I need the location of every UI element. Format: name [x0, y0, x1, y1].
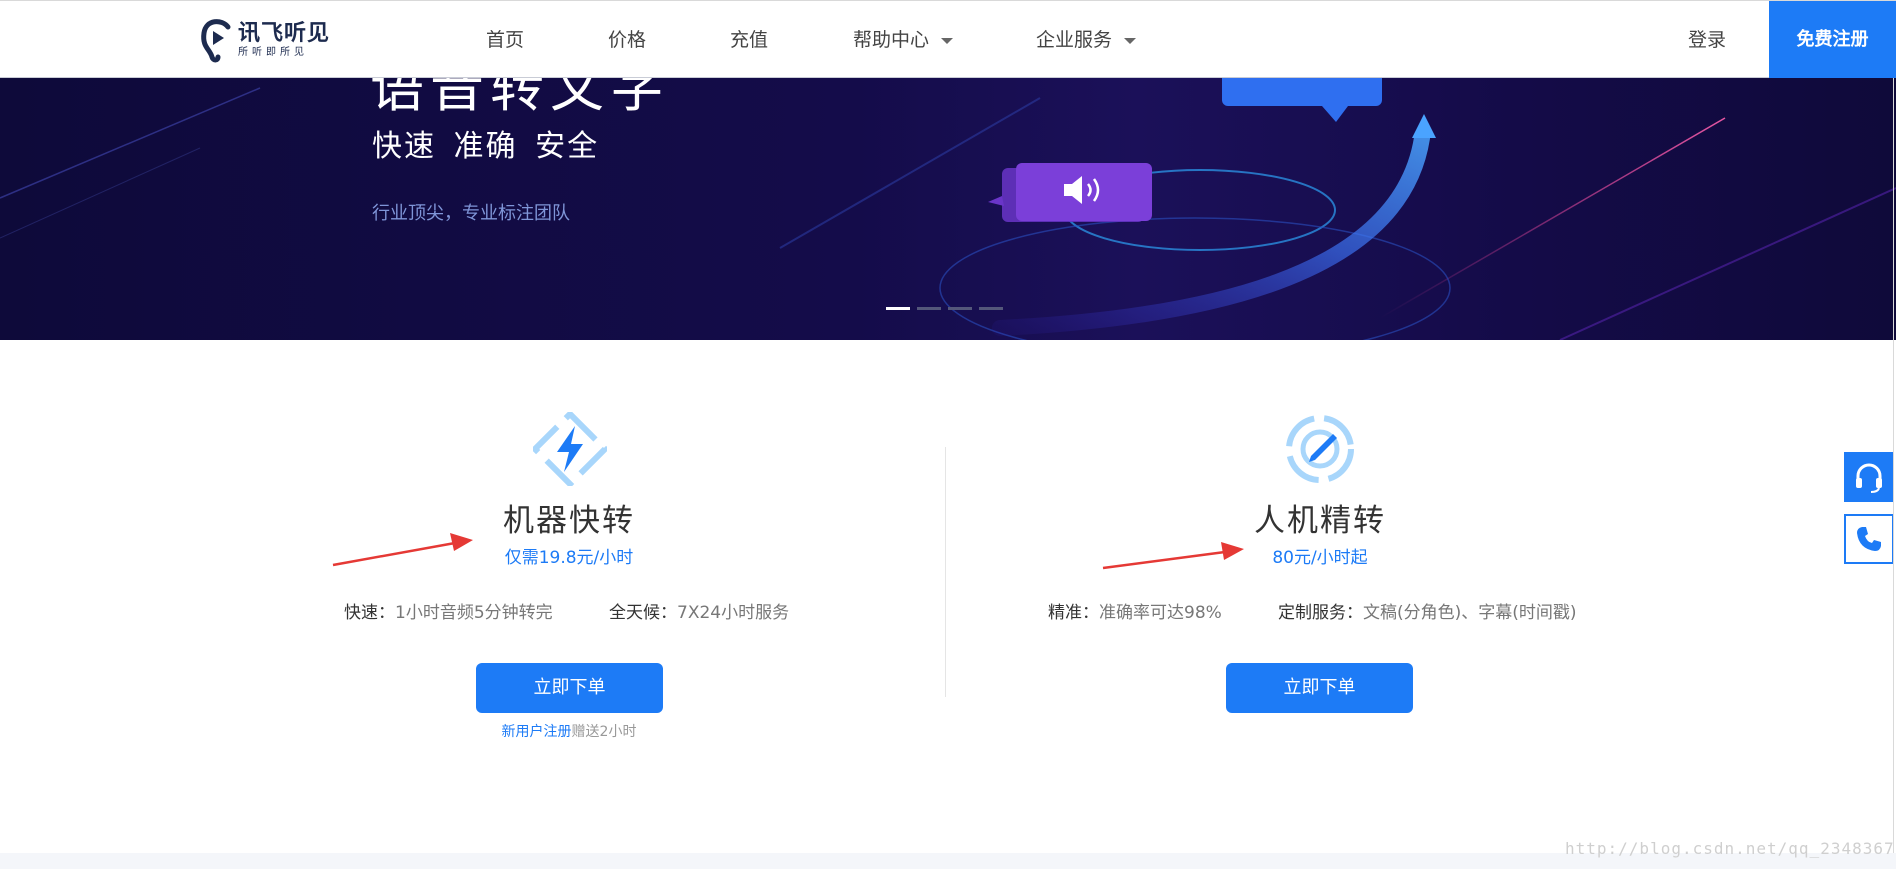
banner-subtitle: 快速 准确 安全	[372, 129, 600, 164]
banner-title: 语音转文字	[370, 78, 670, 119]
register-promo-link[interactable]: 新用户注册	[502, 724, 572, 740]
precision-icon	[1283, 412, 1357, 486]
page-edge	[1893, 78, 1894, 858]
feature-label: 全天候：	[609, 603, 677, 623]
promo-text: 新用户注册赠送2小时	[289, 722, 849, 742]
hero-banner[interactable]: 语音转文字 快速 准确 安全 行业顶尖，专业标注团队	[0, 78, 1896, 340]
feature-value: 1小时音频5分钟转完	[395, 603, 553, 623]
order-button[interactable]: 立即下单	[476, 663, 663, 713]
product-price: 80元/小时起	[1272, 548, 1368, 568]
logo-slogan: 所听即所见	[238, 47, 308, 58]
nav-enterprise-label: 企业服务	[1036, 29, 1113, 51]
caret-down-icon	[1124, 37, 1137, 44]
banner-description: 行业顶尖，专业标注团队	[372, 203, 570, 224]
headset-icon	[1856, 463, 1882, 493]
feature-item: 精准：准确率可达98%	[1048, 600, 1222, 626]
nav-help-center[interactable]: 帮助中心	[853, 1, 954, 79]
promo-bonus: 赠送2小时	[571, 724, 637, 740]
product-divider	[945, 447, 946, 697]
product-name: 人机精转	[1254, 503, 1386, 539]
logo-title: 讯飞听见	[238, 21, 331, 46]
feature-label: 定制服务：	[1278, 603, 1363, 623]
caret-down-icon	[941, 37, 954, 44]
carousel-dot-1[interactable]	[886, 307, 910, 310]
nav-home[interactable]: 首页	[486, 1, 524, 79]
product-name: 机器快转	[503, 503, 635, 539]
register-button[interactable]: 免费注册	[1769, 1, 1896, 79]
product-price: 仅需19.8元/小时	[504, 548, 634, 568]
feature-value: 准确率可达98%	[1099, 603, 1222, 623]
watermark: http://blog.csdn.net/qq_23483671	[1565, 839, 1896, 858]
customer-service-button[interactable]	[1844, 452, 1894, 502]
lightning-icon	[530, 409, 610, 489]
login-link[interactable]: 登录	[1688, 1, 1726, 79]
top-navbar: 讯飞听见 所听即所见 首页 价格 充值 帮助中心 企业服务 登录 免费注册	[0, 0, 1896, 79]
nav-pricing[interactable]: 价格	[608, 1, 646, 79]
feature-label: 精准：	[1048, 603, 1099, 623]
feature-label: 快速：	[344, 603, 395, 623]
order-button[interactable]: 立即下单	[1226, 663, 1413, 713]
feature-value: 7X24小时服务	[677, 603, 790, 623]
logo[interactable]: 讯飞听见 所听即所见	[200, 15, 340, 65]
nav-enterprise[interactable]: 企业服务	[1036, 1, 1137, 79]
banner-illustration	[0, 78, 1896, 340]
feature-item: 快速：1小时音频5分钟转完	[344, 600, 553, 626]
feature-item: 全天候：7X24小时服务	[609, 600, 789, 626]
carousel-dot-2[interactable]	[917, 307, 941, 310]
carousel-dot-3[interactable]	[948, 307, 972, 310]
carousel-dots	[886, 307, 1003, 311]
nav-help-center-label: 帮助中心	[853, 29, 930, 51]
phone-icon	[1857, 527, 1881, 551]
ear-logo-icon	[200, 17, 234, 63]
phone-contact-button[interactable]	[1844, 514, 1894, 564]
feature-value: 文稿(分角色)、字幕(时间戳)	[1363, 603, 1577, 623]
nav-recharge[interactable]: 充值	[730, 1, 768, 79]
carousel-dot-4[interactable]	[979, 307, 1003, 310]
feature-item: 定制服务：文稿(分角色)、字幕(时间戳)	[1278, 600, 1577, 626]
